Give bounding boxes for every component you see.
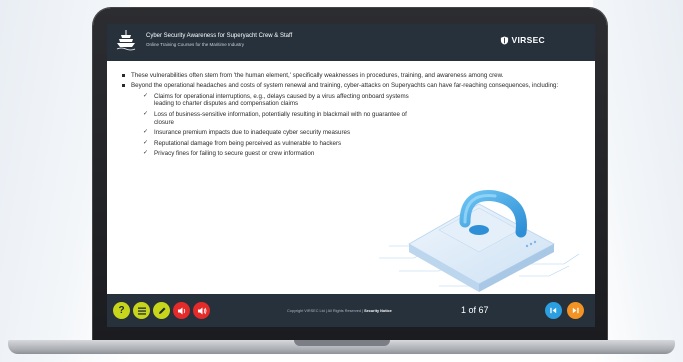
volume-button[interactable] — [173, 302, 190, 319]
bullet-dot — [122, 84, 125, 88]
notes-button[interactable] — [153, 302, 170, 319]
bullet-text: These vulnerabilities often stem from 't… — [131, 72, 504, 79]
check-item: ✓ Insurance premium impacts due to inade… — [143, 129, 413, 137]
bullet-dot — [122, 74, 125, 77]
check-text: Reputational damage from being perceived… — [154, 139, 342, 147]
check-item: ✓ Privacy fines for failing to secure gu… — [143, 150, 413, 158]
help-button[interactable]: ? — [113, 302, 130, 319]
security-notice-link[interactable]: Security Notice — [364, 309, 392, 313]
page-counter: 1 of 67 — [461, 305, 489, 315]
course-header: Cyber Security Awareness for Superyacht … — [107, 24, 595, 61]
padlock-illustration — [379, 126, 579, 292]
check-text: Insurance premium impacts due to inadequ… — [154, 129, 351, 137]
course-subtitle: Online Training Courses for the Maritime… — [146, 42, 245, 47]
next-page-button[interactable] — [567, 302, 584, 319]
menu-button[interactable] — [133, 302, 150, 319]
check-text: Loss of business-sensitive information, … — [154, 110, 407, 126]
check-icon: ✓ — [143, 139, 149, 146]
check-item: ✓ Claims for operational interruptions, … — [143, 93, 413, 108]
brand-name: VIRSEC — [511, 35, 545, 45]
list-icon — [137, 307, 146, 315]
bullet-text: Beyond the operational headaches and cos… — [131, 82, 559, 90]
bullet-item: Beyond the operational headaches and cos… — [121, 82, 586, 90]
copyright-prefix: Copyright VIRSEC Ltd | All Rights Reserv… — [287, 309, 364, 313]
check-icon: ✓ — [143, 110, 149, 117]
first-page-button[interactable] — [545, 302, 562, 319]
next-page-icon — [572, 307, 579, 314]
laptop-notch — [294, 340, 390, 346]
check-item: ✓ Reputational damage from being perceiv… — [143, 140, 413, 148]
check-text: Privacy fines for failing to secure gues… — [154, 150, 315, 158]
ship-icon — [116, 30, 136, 51]
check-icon: ✓ — [143, 129, 149, 136]
copyright-text: Copyright VIRSEC Ltd | All Rights Reserv… — [287, 309, 392, 313]
first-page-icon — [550, 307, 557, 314]
brand-shield-icon — [500, 35, 508, 45]
speaker-icon — [197, 307, 206, 314]
check-icon: ✓ — [143, 92, 149, 99]
audio-button[interactable] — [193, 302, 210, 319]
pencil-icon — [158, 307, 165, 314]
check-text: Claims for operational interruptions, e.… — [154, 92, 409, 108]
consequence-list: ✓ Claims for operational interruptions, … — [143, 93, 413, 158]
bullet-item: These vulnerabilities often stem from 't… — [121, 72, 586, 80]
question-icon: ? — [118, 305, 125, 316]
course-title: Cyber Security Awareness for Superyacht … — [146, 33, 293, 39]
brand-logo: VIRSEC — [500, 35, 545, 45]
course-footer: ? Copyright VIRSEC Ltd | All Rights Rese… — [107, 294, 595, 327]
check-icon: ✓ — [143, 150, 149, 157]
speaker-icon — [177, 307, 185, 314]
course-screen: Cyber Security Awareness for Superyacht … — [107, 24, 595, 327]
check-item: ✓ Loss of business-sensitive information… — [143, 111, 413, 126]
